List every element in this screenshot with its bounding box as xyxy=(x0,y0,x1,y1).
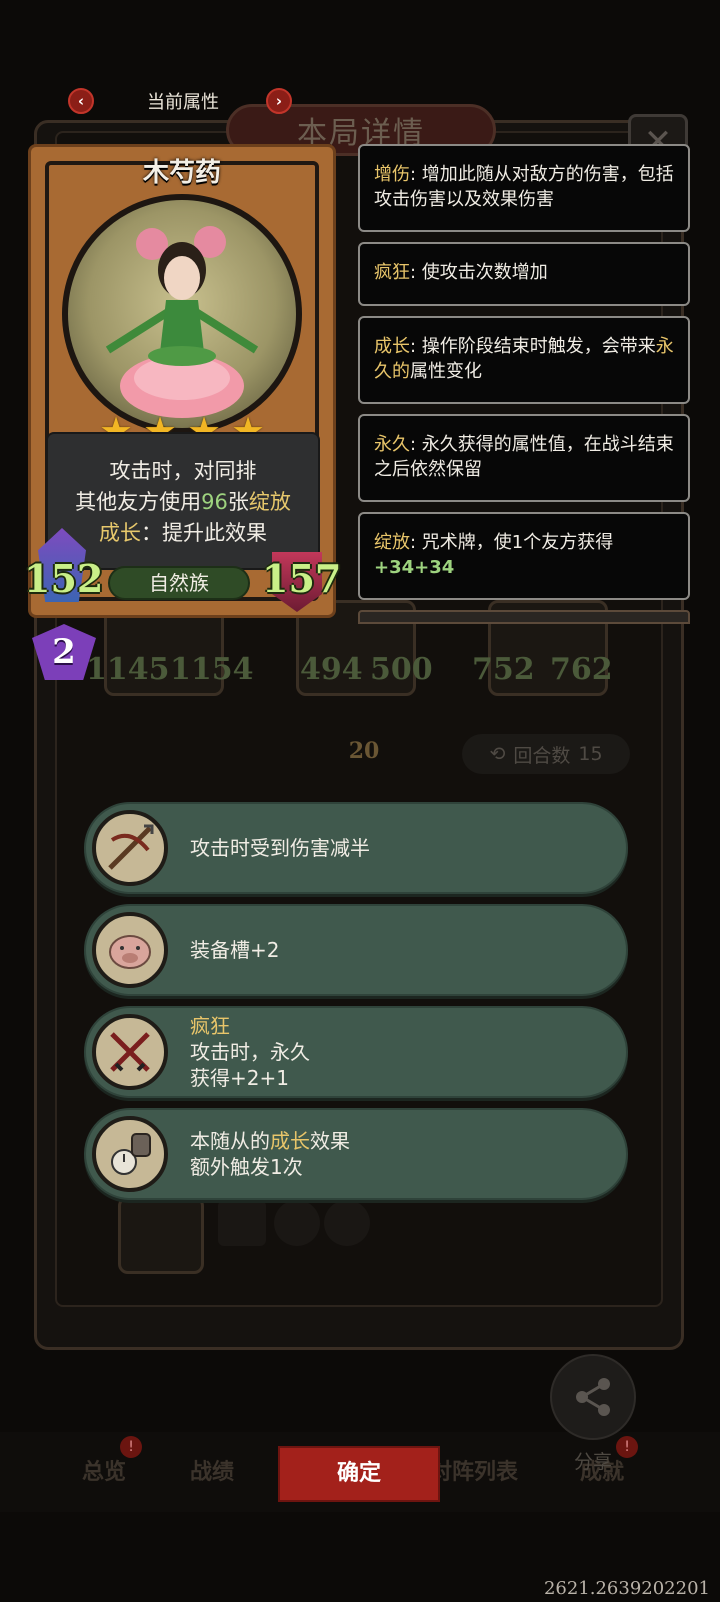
effect-row: 本随从的成长效果 额外触发1次 xyxy=(84,1108,628,1200)
card-name: 木芍药 xyxy=(142,158,221,188)
desc-text: 其他友方使用 xyxy=(75,490,202,514)
effect-text: 攻击时受到伤害减半 xyxy=(190,836,370,860)
tooltip-damage-boost: 增伤: 增加此随从对敌方的伤害，包括攻击伤害以及效果伤害 xyxy=(358,144,690,232)
tab-overview[interactable]: 总览 xyxy=(82,1454,126,1486)
background-arrow-value: 20 xyxy=(348,738,380,764)
tooltip-keyword: 永久 xyxy=(374,434,410,455)
desc-text: ：提升此效果 xyxy=(141,521,267,545)
tab-lineup[interactable]: 对阵列表 xyxy=(430,1454,518,1486)
next-attribute-button[interactable]: › xyxy=(266,88,292,114)
desc-line-1: 攻击时，对同排 xyxy=(109,459,257,483)
tab-record[interactable]: 战绩 xyxy=(190,1454,234,1486)
background-stat: 1145 xyxy=(86,652,170,687)
background-stat: 1154 xyxy=(170,652,254,687)
tooltip-text: : 增加此随从对敌方的伤害，包括攻击伤害以及效果伤害 xyxy=(374,164,674,210)
desc-keyword: 绽放 xyxy=(248,490,291,514)
tooltip-text: : 咒术牌，使1个友方获得 xyxy=(410,532,614,553)
gauntlet-stopwatch-icon xyxy=(92,1116,168,1192)
health-value: 157 xyxy=(262,556,342,601)
effect-text: 获得+2+1 xyxy=(190,1066,289,1090)
chevron-right-icon: › xyxy=(275,92,283,110)
tooltip-keyword: 疯狂 xyxy=(374,262,410,283)
pig-icon xyxy=(92,912,168,988)
background-item-slot xyxy=(324,1200,370,1246)
tribe-badge: 自然族 xyxy=(108,566,250,600)
fairy-illustration xyxy=(105,226,259,418)
crossed-swords-icon xyxy=(92,1014,168,1090)
effect-row: 攻击时受到伤害减半 xyxy=(84,802,628,894)
tooltip-keyword: 成长 xyxy=(374,336,410,357)
effect-text: 额外触发1次 xyxy=(190,1155,303,1179)
effect-text: 效果 xyxy=(310,1129,350,1153)
effect-text: 装备槽+2 xyxy=(190,938,280,962)
card-description: 攻击时，对同排 其他友方使用96张绽放 成长：提升此效果 xyxy=(46,432,320,570)
tooltip-bloom: 绽放: 咒术牌，使1个友方获得 +34+34 xyxy=(358,512,690,600)
effect-row: 装备槽+2 xyxy=(84,904,628,996)
effect-text: 本随从的 xyxy=(190,1129,270,1153)
tooltip-text: : 永久获得的属性值，在战斗结束之后依然保留 xyxy=(374,434,674,480)
round-counter: ⟲ 回合数 15 xyxy=(462,734,630,774)
attack-value: 152 xyxy=(24,556,104,601)
chevron-left-icon: ‹ xyxy=(77,92,85,110)
keyword-tooltips: 增伤: 增加此随从对敌方的伤害，包括攻击伤害以及效果伤害 疯狂: 使攻击次数增加… xyxy=(358,144,690,624)
version-text: 2621.2639202201 xyxy=(543,1578,710,1599)
confirm-button[interactable]: 确定 xyxy=(278,1446,440,1502)
effect-text: 攻击时，永久 xyxy=(190,1040,310,1064)
crossbow-icon xyxy=(92,810,168,886)
background-item-slot xyxy=(218,1200,266,1246)
effect-row: 疯狂 攻击时，永久 获得+2+1 xyxy=(84,1006,628,1098)
share-label: 分享 xyxy=(573,1451,612,1473)
background-stat: 762 xyxy=(550,652,613,687)
prev-attribute-button[interactable]: ‹ xyxy=(68,88,94,114)
tooltip-more-edge xyxy=(358,610,690,624)
tooltip-keyword: 增伤 xyxy=(374,164,410,185)
level-value: 2 xyxy=(52,632,76,672)
background-item-slot xyxy=(274,1200,320,1246)
tooltip-text: 属性变化 xyxy=(410,361,482,382)
background-stat: 494 xyxy=(300,652,363,687)
minion-portrait xyxy=(62,194,302,434)
effect-line-1: 本随从的成长效果 xyxy=(190,1128,350,1154)
tooltip-keyword: 绽放 xyxy=(374,532,410,553)
notification-badge: ! xyxy=(120,1436,142,1458)
background-stat: 752 xyxy=(472,652,535,687)
desc-number: 96 xyxy=(201,490,228,514)
tooltip-frenzy: 疯狂: 使攻击次数增加 xyxy=(358,242,690,306)
background-stat: 500 xyxy=(370,652,433,687)
tooltip-permanent: 永久: 永久获得的属性值，在战斗结束之后依然保留 xyxy=(358,414,690,502)
tooltip-bonus: +34+34 xyxy=(374,557,455,578)
repeat-icon: ⟲ xyxy=(489,743,506,765)
tooltip-growth: 成长: 操作阶段结束时触发，会带来永久的属性变化 xyxy=(358,316,690,404)
desc-keyword: 成长 xyxy=(99,521,141,545)
desc-line-2: 其他友方使用96张绽放 xyxy=(48,487,318,518)
header-title: 当前属性 xyxy=(147,92,219,113)
effect-title: 疯狂 xyxy=(190,1014,230,1038)
tooltip-text: : 操作阶段结束时触发，会带来 xyxy=(410,336,656,357)
effect-keyword: 成长 xyxy=(270,1129,310,1153)
desc-text: 张 xyxy=(227,490,249,514)
round-value: 15 xyxy=(578,743,603,765)
round-label: 回合数 xyxy=(513,744,571,767)
background-level-arrow: 20 xyxy=(334,722,394,780)
background-hero xyxy=(118,1196,204,1274)
share-icon xyxy=(576,1378,610,1416)
share-button[interactable] xyxy=(550,1354,636,1440)
desc-line-3: 成长：提升此效果 xyxy=(48,518,318,549)
tooltip-text: : 使攻击次数增加 xyxy=(410,262,548,283)
